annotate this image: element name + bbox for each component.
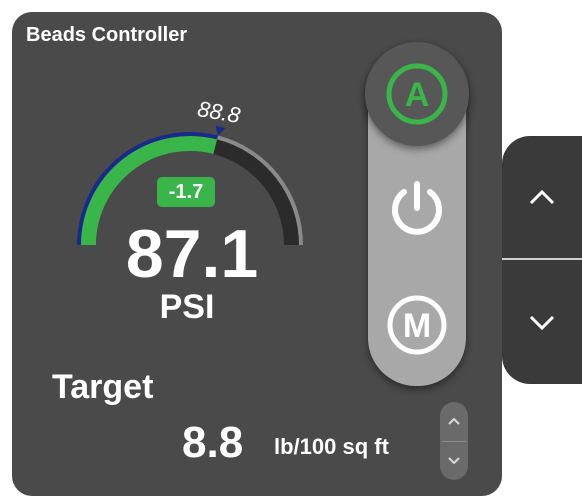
auto-mode-letter: A [405, 76, 430, 114]
decrease-button[interactable] [502, 268, 582, 378]
auto-mode-button[interactable]: A [365, 42, 469, 146]
target-increase-button[interactable] [440, 402, 468, 440]
side-stepper-divider [502, 258, 582, 260]
target-label: Target [52, 368, 154, 406]
target-decrease-button[interactable] [440, 442, 468, 480]
deviation-badge: -1.7 [157, 177, 215, 207]
power-icon [392, 181, 442, 235]
manual-mode-letter: M [403, 307, 431, 345]
chevron-down-icon [448, 457, 460, 465]
chevron-up-icon [529, 189, 555, 205]
target-unit: lb/100 sq ft [274, 434, 389, 459]
pressure-value: 87.1 [125, 216, 259, 292]
manual-mode-button[interactable]: M [376, 284, 458, 366]
chevron-up-icon [448, 417, 460, 425]
setpoint-marker [215, 125, 226, 136]
manual-mode-icon: M [387, 295, 447, 355]
target-stepper [440, 402, 468, 480]
chevron-down-icon [529, 315, 555, 331]
side-stepper [502, 136, 582, 384]
controller-title: Beads Controller [26, 24, 188, 46]
power-button[interactable] [376, 168, 458, 250]
pressure-unit: PSI [159, 288, 215, 326]
target-value[interactable]: 8.8 [182, 418, 243, 468]
increase-button[interactable] [502, 142, 582, 252]
auto-mode-icon: A [386, 63, 448, 125]
